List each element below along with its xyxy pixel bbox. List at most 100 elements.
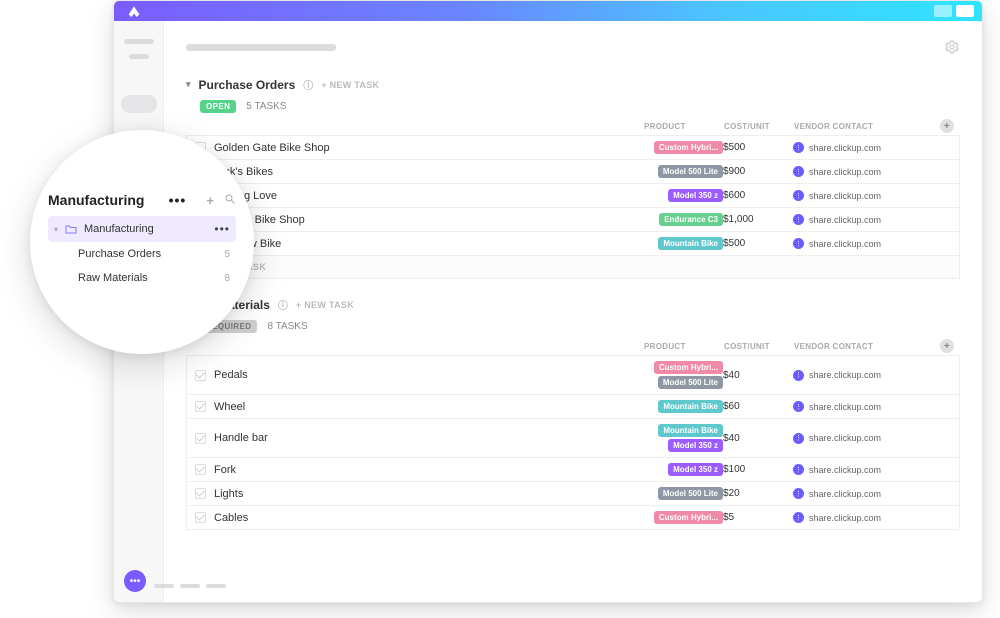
- folder-row-manufacturing[interactable]: ▾ Manufacturing •••: [48, 216, 236, 242]
- folder-label: Manufacturing: [84, 223, 154, 235]
- vendor-url: share.clickup.com: [809, 191, 881, 201]
- product-tag[interactable]: Model 350 z: [668, 439, 723, 452]
- window-min-button[interactable]: [934, 5, 952, 17]
- link-icon: ⋮: [793, 401, 804, 412]
- add-column-button[interactable]: +: [940, 119, 954, 133]
- product-tag[interactable]: Mountain Bike: [658, 400, 723, 413]
- vendor-cell[interactable]: ⋮ share.clickup.com: [793, 488, 933, 499]
- vendor-cell[interactable]: ⋮share.clickup.com: [793, 214, 933, 225]
- vendor-url: share.clickup.com: [809, 433, 881, 443]
- vendor-cell[interactable]: ⋮share.clickup.com: [793, 433, 933, 444]
- sidebar-list-item[interactable]: Raw Materials8: [48, 266, 236, 290]
- vendor-cell[interactable]: ⋮share.clickup.com: [793, 401, 933, 412]
- status-pill-open[interactable]: OPEN: [200, 100, 236, 113]
- chat-bubble-icon[interactable]: •••: [124, 570, 146, 592]
- product-tag[interactable]: Model 500 Lite: [658, 376, 723, 389]
- list-header[interactable]: ▾ aw Materials ⓘ + NEW TASK: [186, 293, 960, 316]
- cost-cell: $20: [723, 488, 793, 499]
- link-icon: ⋮: [793, 238, 804, 249]
- task-row[interactable]: Rainbow BikeMountain Bike$500⋮share.clic…: [186, 232, 960, 256]
- task-row[interactable]: CablesCustom Hybri...$5⋮share.clickup.co…: [186, 506, 960, 530]
- product-tag[interactable]: Model 500 Lite: [658, 165, 723, 178]
- task-count: 8 TASKS: [267, 321, 307, 332]
- cost-cell: $40: [723, 370, 793, 381]
- chevron-down-icon[interactable]: ▾: [54, 225, 58, 234]
- vendor-url: share.clickup.com: [809, 215, 881, 225]
- task-row[interactable]: PedalsCustom Hybri...Model 500 Lite$40⋮s…: [186, 355, 960, 395]
- cost-cell: $100: [723, 464, 793, 475]
- product-tags: Custom Hybri...: [643, 141, 723, 154]
- col-vendor: VENDOR CONTACT: [794, 122, 934, 131]
- col-product: PRODUCT: [644, 342, 724, 351]
- task-name: Golden Gate Bike Shop: [214, 142, 330, 154]
- task-row[interactable]: Cycling LoveModel 350 z$600⋮share.clicku…: [186, 184, 960, 208]
- vendor-cell[interactable]: ⋮ share.clickup.com: [793, 464, 933, 475]
- vendor-cell[interactable]: ⋮share.clickup.com: [793, 166, 933, 177]
- product-tags: Model 350 z: [643, 189, 723, 202]
- new-task-button[interactable]: + NEW TASK: [321, 80, 379, 90]
- product-tag[interactable]: Endurance C3: [659, 213, 723, 226]
- product-tag[interactable]: Model 350 z: [668, 463, 723, 476]
- task-row[interactable]: Golden Gate Bike ShopCustom Hybri...$500…: [186, 135, 960, 160]
- add-column-button[interactable]: +: [940, 339, 954, 353]
- vendor-url: share.clickup.com: [809, 465, 881, 475]
- task-row[interactable]: Handle barMountain BikeModel 350 z$40⋮sh…: [186, 419, 960, 458]
- add-task-button[interactable]: + ADD TASK: [186, 256, 960, 279]
- link-icon: ⋮: [793, 190, 804, 201]
- window-max-button[interactable]: [956, 5, 974, 17]
- task-status-checkbox[interactable]: [195, 433, 206, 444]
- task-status-checkbox[interactable]: [195, 401, 206, 412]
- task-row[interactable]: WheelMountain Bike$60⋮share.clickup.com: [186, 395, 960, 419]
- task-status-checkbox[interactable]: [195, 370, 206, 381]
- product-tags: Mountain Bike: [643, 237, 723, 250]
- task-row[interactable]: ForkModel 350 z$100⋮share.clickup.com: [186, 458, 960, 482]
- product-tag[interactable]: Mountain Bike: [658, 424, 723, 437]
- column-headers: PRODUCT COST/UNIT VENDOR CONTACT +: [186, 117, 960, 135]
- task-row[interactable]: Rick's BikesModel 500 Lite$900⋮share.cli…: [186, 160, 960, 184]
- product-tag[interactable]: Mountain Bike: [658, 237, 723, 250]
- sidebar-list-count: 8: [224, 273, 230, 284]
- product-tag[interactable]: Model 350 z: [668, 189, 723, 202]
- settings-gear-icon[interactable]: [944, 39, 960, 55]
- product-tag[interactable]: Custom Hybri...: [654, 361, 723, 374]
- info-icon[interactable]: ⓘ: [278, 297, 288, 312]
- space-header[interactable]: Manufacturing ••• +: [48, 192, 236, 208]
- product-tags: Model 500 Lite: [643, 487, 723, 500]
- task-status-checkbox[interactable]: [195, 464, 206, 475]
- info-icon[interactable]: ⓘ: [303, 77, 313, 92]
- task-row[interactable]: Lights Model 500 Lite$20⋮ share.clickup.co…: [186, 482, 960, 506]
- sidebar-list-item[interactable]: Purchase Orders5: [48, 242, 236, 266]
- product-tag[interactable]: Custom Hybri...: [654, 511, 723, 524]
- link-icon: ⋮: [793, 488, 804, 499]
- link-icon: ⋮: [793, 512, 804, 523]
- product-tags: Model 350 z: [643, 463, 723, 476]
- task-row[interactable]: Jenna's Bike ShopEndurance C3$1,000⋮shar…: [186, 208, 960, 232]
- folder-menu-icon[interactable]: •••: [214, 222, 230, 236]
- new-task-button[interactable]: + NEW TASK: [296, 300, 354, 310]
- task-status-checkbox[interactable]: [195, 512, 206, 523]
- vendor-cell[interactable]: ⋮ share.clickup.com: [793, 190, 933, 201]
- link-icon: ⋮: [793, 464, 804, 475]
- list-header[interactable]: ▾ Purchase Orders ⓘ + NEW TASK: [186, 73, 960, 96]
- vendor-url: share.clickup.com: [809, 167, 881, 177]
- clickup-logo-icon: [126, 3, 142, 19]
- cost-cell: $60: [723, 401, 793, 412]
- vendor-cell[interactable]: ⋮share.clickup.com: [793, 238, 933, 249]
- status-row: OPEN 5 TASKS: [186, 96, 960, 117]
- chevron-down-icon[interactable]: ▾: [186, 79, 191, 90]
- task-name: Lights: [214, 488, 243, 500]
- product-tag[interactable]: Custom Hybri...: [654, 141, 723, 154]
- link-icon: ⋮: [793, 370, 804, 381]
- add-icon[interactable]: +: [206, 193, 214, 208]
- search-icon[interactable]: [224, 193, 236, 208]
- sidebar-search[interactable]: [121, 95, 157, 113]
- vendor-url: share.clickup.com: [809, 489, 881, 499]
- space-menu-icon[interactable]: •••: [169, 192, 187, 208]
- cost-cell: $900: [723, 166, 793, 177]
- vendor-cell[interactable]: ⋮share.clickup.com: [793, 142, 933, 153]
- sidebar-skeleton: [124, 39, 154, 44]
- vendor-cell[interactable]: ⋮share.clickup.com: [793, 370, 933, 381]
- task-status-checkbox[interactable]: [195, 488, 206, 499]
- product-tag[interactable]: Model 500 Lite: [658, 487, 723, 500]
- vendor-cell[interactable]: ⋮share.clickup.com: [793, 512, 933, 523]
